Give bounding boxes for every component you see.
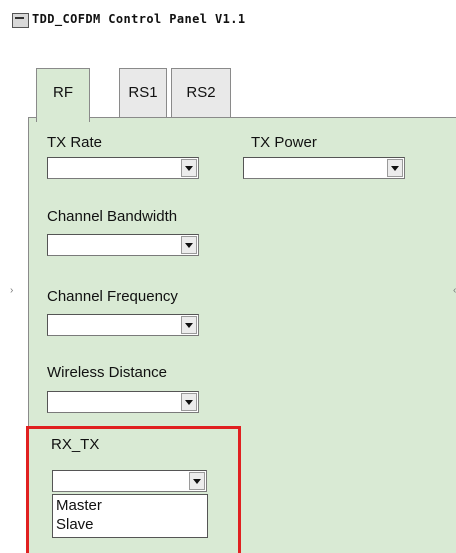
tx-power-select[interactable] xyxy=(243,157,405,179)
tx-power-label: TX Power xyxy=(251,134,317,151)
tab-rs2[interactable]: RS2 xyxy=(171,68,231,118)
chevron-down-icon[interactable] xyxy=(181,236,197,254)
title-bar: TDD_COFDM Control Panel V1.1 xyxy=(0,0,456,40)
tx-rate-label: TX Rate xyxy=(47,134,103,151)
window-title: TDD_COFDM Control Panel V1.1 xyxy=(32,12,246,26)
tx-rate-select[interactable] xyxy=(47,157,199,179)
channel-frequency-label: Channel Frequency xyxy=(47,288,178,305)
chevron-down-icon[interactable] xyxy=(181,316,197,334)
tab-rs1[interactable]: RS1 xyxy=(119,68,167,118)
chevron-down-icon[interactable] xyxy=(387,159,403,177)
rx-tx-highlight-box xyxy=(26,426,241,553)
left-edge-marker: › xyxy=(10,285,14,296)
chevron-down-icon[interactable] xyxy=(181,159,197,177)
channel-frequency-select[interactable] xyxy=(47,314,199,336)
chevron-down-icon[interactable] xyxy=(181,393,197,411)
wireless-distance-label: Wireless Distance xyxy=(47,364,168,381)
app-window-icon[interactable] xyxy=(12,13,29,28)
channel-bandwidth-select[interactable] xyxy=(47,234,199,256)
tab-rf[interactable]: RF xyxy=(36,68,90,122)
channel-bandwidth-label: Channel Bandwidth xyxy=(47,208,178,225)
wireless-distance-select[interactable] xyxy=(47,391,199,413)
